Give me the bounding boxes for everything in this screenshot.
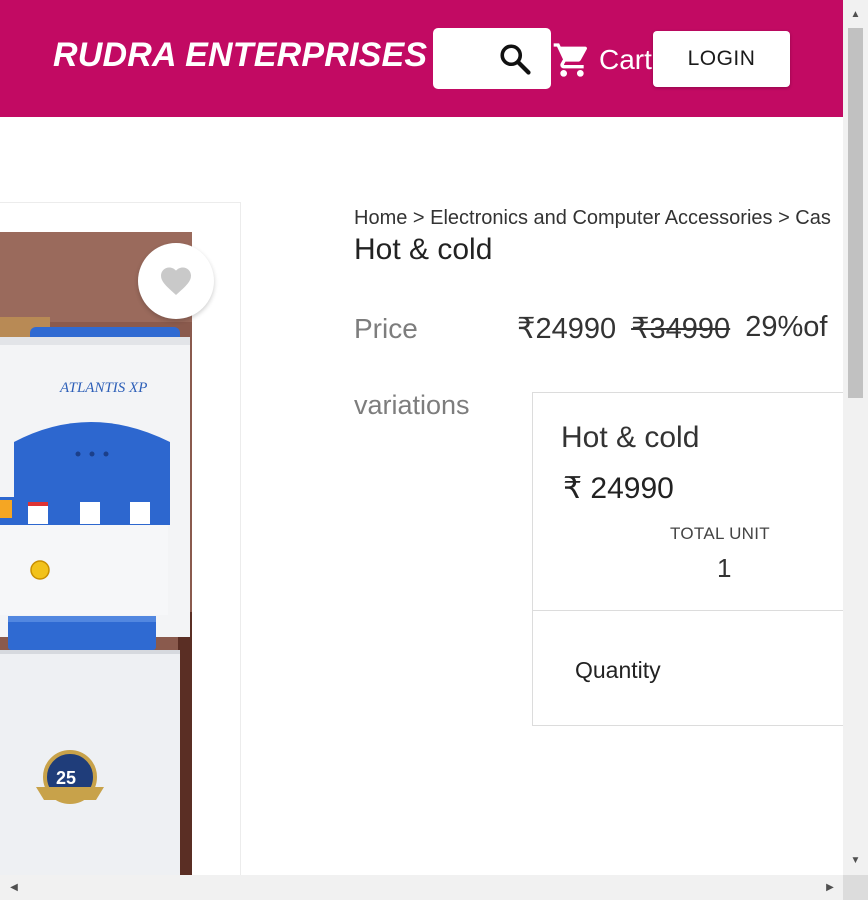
scroll-down-arrow[interactable]: ▼ xyxy=(843,850,868,870)
heart-icon xyxy=(161,267,191,296)
original-price: ₹34990 xyxy=(631,313,731,345)
login-button[interactable]: LOGIN xyxy=(653,31,790,87)
total-unit-value: 1 xyxy=(717,553,732,583)
photo-badge-text: 25 xyxy=(56,768,76,788)
variation-price: ₹ 24990 xyxy=(563,472,674,505)
price-label: Price xyxy=(354,313,418,344)
photo-brand-text: ATLANTIS XP xyxy=(59,380,147,396)
scroll-left-arrow[interactable]: ◀ xyxy=(4,875,24,900)
page-viewport: RUDRA ENTERPRISES Cart LOGIN ATLANTIS XP… xyxy=(0,0,843,875)
price-row: ₹24990 ₹34990 29%of xyxy=(517,311,827,346)
scroll-right-arrow[interactable]: ▶ xyxy=(820,875,840,900)
brand-logo[interactable]: RUDRA ENTERPRISES xyxy=(53,36,427,75)
product-title: Hot & cold xyxy=(354,233,493,266)
total-unit-label: TOTAL UNIT xyxy=(670,524,770,543)
cart-icon xyxy=(553,43,588,77)
breadcrumb[interactable]: Home > Electronics and Computer Accessor… xyxy=(354,207,831,230)
scrollbar-corner xyxy=(843,875,868,900)
vertical-scroll-thumb[interactable] xyxy=(848,28,863,398)
variation-divider xyxy=(533,610,843,611)
variations-label: variations xyxy=(354,390,470,420)
discount-badge: 29%of xyxy=(745,311,828,343)
search-icon xyxy=(500,44,531,75)
vertical-scrollbar[interactable]: ▲ ▼ xyxy=(843,0,868,875)
cart-link[interactable]: Cart xyxy=(552,40,652,80)
horizontal-scrollbar[interactable]: ◀ ▶ xyxy=(0,875,843,900)
cart-label: Cart xyxy=(599,44,652,75)
product-image[interactable]: ATLANTIS XP 25 xyxy=(0,232,192,875)
water-dispenser-photo: ATLANTIS XP 25 xyxy=(0,232,192,875)
search-button[interactable] xyxy=(433,28,551,89)
variation-card[interactable]: Hot & cold ₹ 24990 TOTAL UNIT 1 Quantity xyxy=(532,392,843,726)
variation-name: Hot & cold xyxy=(561,421,700,454)
scroll-up-arrow[interactable]: ▲ xyxy=(843,4,868,24)
wishlist-button[interactable] xyxy=(138,243,214,319)
selling-price: ₹24990 xyxy=(517,313,617,345)
site-header: RUDRA ENTERPRISES Cart LOGIN xyxy=(0,0,843,117)
quantity-label: Quantity xyxy=(575,657,661,683)
